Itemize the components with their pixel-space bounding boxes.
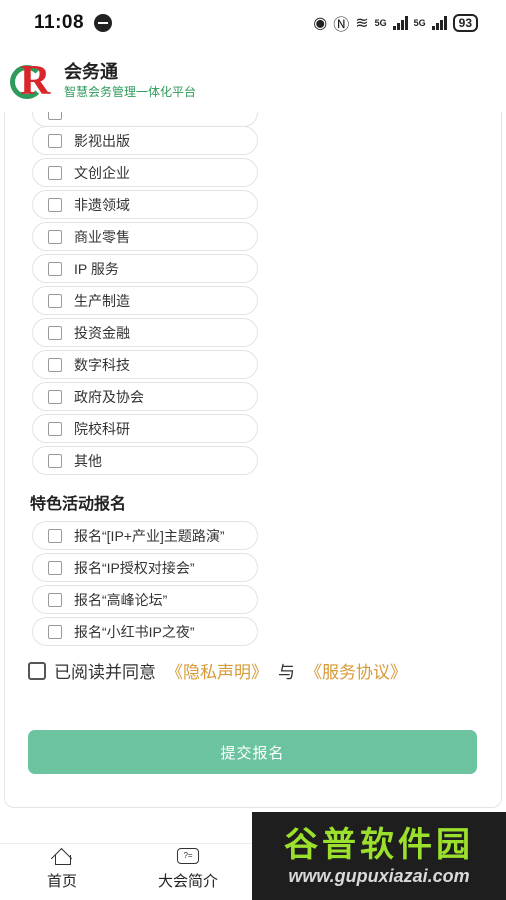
checkbox[interactable] — [48, 357, 62, 372]
checkbox[interactable] — [48, 165, 62, 180]
tab-home-label: 首页 — [46, 873, 77, 890]
chat-icon: ?= — [177, 848, 199, 864]
nfc-icon: Ⓝ — [333, 17, 350, 34]
activity-option[interactable]: 报名“小红书IP之夜” — [32, 617, 258, 646]
signal-icon-2 — [431, 16, 447, 30]
checkbox[interactable] — [48, 453, 62, 468]
watermark-url: www.gupuxiazai.com — [288, 866, 470, 886]
option-label: 报名“[IP+产业]主题路演” — [74, 527, 225, 544]
registration-form-card: 影视出版 文创企业 非遗领域 商业零售 IP 服务 生产制造 投资金融 数字科技… — [4, 112, 502, 808]
audio-wave-icon — [94, 14, 113, 32]
agreement-text: 已阅读并同意 — [54, 663, 156, 682]
checkbox[interactable] — [48, 261, 62, 276]
app-subtitle: 智慧会务管理一体化平台 — [64, 85, 197, 99]
checkbox[interactable] — [48, 325, 62, 340]
industry-option[interactable]: 其他 — [32, 446, 258, 475]
industry-option[interactable]: 政府及协会 — [32, 382, 258, 411]
checkbox[interactable] — [48, 293, 62, 308]
network-type-1: 5G — [374, 18, 387, 28]
option-label: 政府及协会 — [74, 388, 144, 405]
industry-option[interactable]: 数字科技 — [32, 350, 258, 379]
option-label: IP 服务 — [74, 260, 119, 277]
checkbox[interactable] — [48, 560, 62, 575]
industry-option[interactable]: 生产制造 — [32, 286, 258, 315]
tab-intro-label: 大会简介 — [157, 873, 218, 890]
checkbox[interactable] — [48, 133, 62, 148]
home-icon — [52, 848, 72, 865]
activity-option[interactable]: 报名“高峰论坛” — [32, 585, 258, 614]
app-name: 会务通 — [64, 62, 118, 83]
watermark-title: 谷普软件园 — [284, 826, 474, 864]
checkbox[interactable] — [48, 389, 62, 404]
battery-indicator: 93 — [452, 14, 478, 32]
agreement-and: 与 — [278, 663, 295, 682]
wifi-icon: ≋ — [355, 15, 369, 32]
option-label: 商业零售 — [74, 228, 130, 245]
checkbox[interactable] — [48, 197, 62, 212]
option-label: 生产制造 — [74, 292, 130, 309]
industry-option[interactable]: 非遗领域 — [32, 190, 258, 219]
service-agreement-link[interactable]: 《服务协议》 — [305, 658, 407, 683]
option-label: 院校科研 — [74, 420, 130, 437]
tab-intro[interactable]: ?= 大会简介 — [148, 848, 228, 891]
privacy-link[interactable]: 《隐私声明》 — [166, 658, 268, 683]
agreement-row: 已阅读并同意 《隐私声明》 与 《服务协议》 — [28, 658, 407, 683]
option-partial-top[interactable] — [32, 112, 258, 127]
tab-home[interactable]: 首页 — [22, 848, 102, 891]
industry-option[interactable]: 文创企业 — [32, 158, 258, 187]
submit-button[interactable]: 提交报名 — [28, 730, 477, 774]
option-label: 报名“高峰论坛” — [74, 591, 168, 608]
checkbox[interactable] — [48, 528, 62, 543]
checkbox[interactable] — [48, 592, 62, 607]
industry-option[interactable]: 院校科研 — [32, 414, 258, 443]
logo-letter: R — [20, 58, 51, 104]
option-label: 非遗领域 — [74, 196, 130, 213]
option-label: 数字科技 — [74, 356, 130, 373]
activity-option[interactable]: 报名“IP授权对接会” — [32, 553, 258, 582]
option-label: 报名“小红书IP之夜” — [74, 623, 195, 640]
industry-option[interactable]: 投资金融 — [32, 318, 258, 347]
option-label: 报名“IP授权对接会” — [74, 559, 195, 576]
checkbox[interactable] — [48, 112, 62, 120]
eye-icon: ◉ — [313, 15, 328, 32]
checkbox[interactable] — [48, 421, 62, 436]
app-logo: R — [8, 57, 56, 105]
network-type-2: 5G — [413, 18, 426, 28]
industry-option[interactable]: 影视出版 — [32, 126, 258, 155]
checkbox[interactable] — [48, 229, 62, 244]
signal-icon — [392, 16, 408, 30]
option-label: 其他 — [74, 452, 102, 469]
watermark: 谷普软件园 www.gupuxiazai.com — [252, 812, 506, 900]
brand: 会务通 智慧会务管理一体化平台 — [64, 62, 196, 100]
option-label: 投资金融 — [74, 324, 130, 341]
industry-option[interactable]: 商业零售 — [32, 222, 258, 251]
activities-section-title: 特色活动报名 — [30, 496, 127, 513]
activity-option[interactable]: 报名“[IP+产业]主题路演” — [32, 521, 258, 550]
option-label: 文创企业 — [74, 164, 130, 181]
status-time: 11:08 — [34, 12, 85, 33]
status-bar: 11:08 ◉ Ⓝ ≋ 5G 5G 93 — [0, 0, 506, 46]
option-label: 影视出版 — [74, 132, 130, 149]
status-icons: ◉ Ⓝ ≋ 5G 5G 93 — [313, 11, 478, 35]
industry-option[interactable]: IP 服务 — [32, 254, 258, 283]
agreement-checkbox[interactable] — [28, 661, 46, 680]
app-header: R 会务通 智慧会务管理一体化平台 — [0, 46, 506, 116]
checkbox[interactable] — [48, 624, 62, 639]
